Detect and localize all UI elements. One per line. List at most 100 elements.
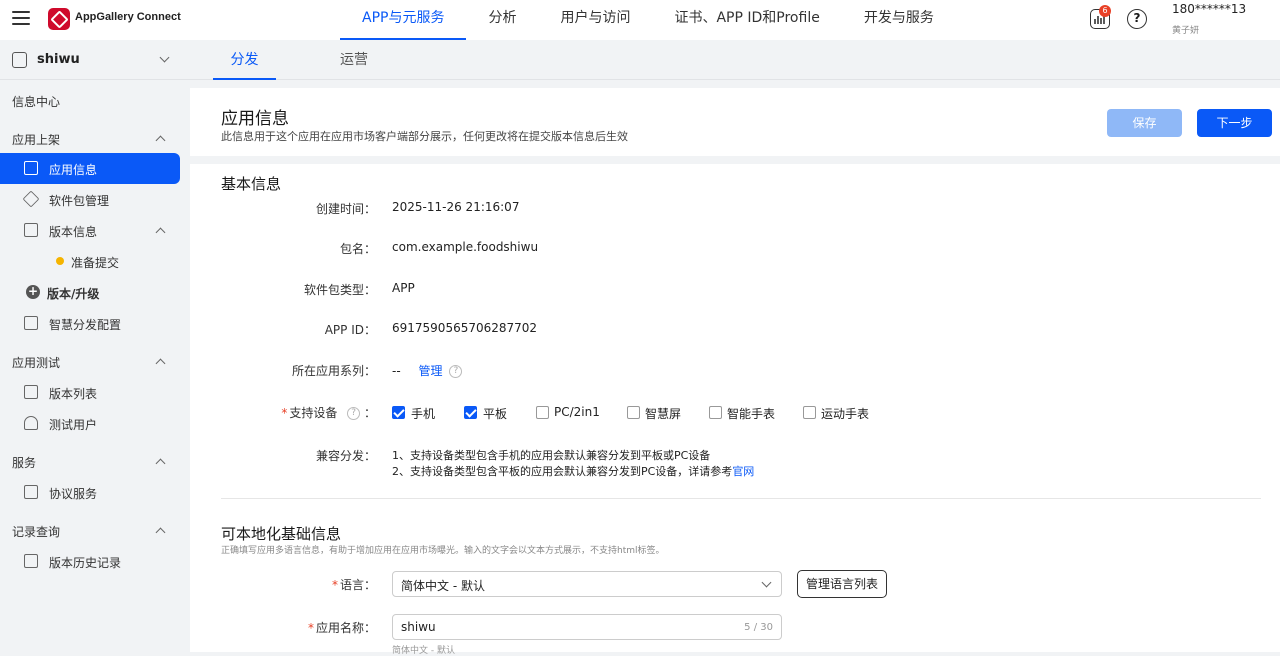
status-dot-icon <box>56 257 64 265</box>
section-divider <box>221 498 1261 499</box>
nav-users-access[interactable]: 用户与访问 <box>538 0 652 40</box>
sidebar-group-testing[interactable]: 应用测试 <box>0 346 180 376</box>
main-nav: APP与元服务 分析 用户与访问 证书、APP ID和Profile 开发与服务 <box>340 0 956 40</box>
devices-label-colon: ： <box>363 406 376 420</box>
app-id-value: 6917590565706287702 <box>392 321 538 335</box>
supported-devices-label: * 支持设备 ? ： <box>281 406 376 420</box>
save-button[interactable]: 保存 <box>1107 109 1182 137</box>
menu-icon[interactable] <box>12 11 30 25</box>
sidebar-item-label: 版本信息 <box>49 225 98 239</box>
checkbox-sport-watch[interactable] <box>803 406 816 419</box>
brand-name[interactable]: AppGallery Connect <box>75 11 181 23</box>
package-name-label: 包名： <box>339 242 376 256</box>
sidebar-group-label: 记录查询 <box>12 525 61 539</box>
language-select-value: 简体中文 - 默认 <box>401 579 485 593</box>
help-circle-icon[interactable]: ? <box>449 365 463 378</box>
app-name-input-value: shiwu <box>401 620 436 634</box>
sidebar-item-version-history[interactable]: 版本历史记录 <box>0 546 180 576</box>
sidebar-item-version-list[interactable]: 版本列表 <box>0 377 180 407</box>
user-realname: 黄子妍 <box>1172 26 1200 36</box>
help-icon[interactable]: ? <box>1127 9 1147 29</box>
sidebar-item-label: 智慧分发配置 <box>49 318 122 332</box>
app-name: shiwu <box>37 52 80 67</box>
agreement-icon <box>24 485 38 499</box>
sidebar-item-label: 版本历史记录 <box>49 556 122 570</box>
sidebar-item-smart-dist[interactable]: 智慧分发配置 <box>0 308 180 338</box>
created-label: 创建时间： <box>315 202 376 216</box>
chevron-up-icon <box>155 227 166 238</box>
nav-dev-services[interactable]: 开发与服务 <box>842 0 956 40</box>
user-account[interactable]: 180******13 <box>1172 2 1246 16</box>
app-name-label: * 应用名称： <box>307 621 376 635</box>
page-title: 应用信息 <box>221 109 289 129</box>
checkbox-smart-watch[interactable] <box>709 406 722 419</box>
compat-line-2-text: 2、支持设备类型包含平板的应用会默认兼容分发到PC设备，详请参考 <box>392 465 733 478</box>
sidebar-item-version-upgrade[interactable]: + 版本/升级 <box>0 277 180 307</box>
top-bar: AppGallery Connect APP与元服务 分析 用户与访问 证书、A… <box>0 0 1280 40</box>
nav-app-services[interactable]: APP与元服务 <box>340 0 467 40</box>
sidebar-group-label: 应用测试 <box>12 356 61 370</box>
notification-badge: 6 <box>1099 5 1111 17</box>
sub-tabs: 分发 运营 <box>190 40 1280 80</box>
sidebar-item-label: 版本列表 <box>49 387 98 401</box>
sidebar-group-label: 应用上架 <box>12 133 61 147</box>
app-selector[interactable]: shiwu <box>0 40 190 80</box>
chevron-up-icon <box>155 527 166 538</box>
sidebar-item-version-info[interactable]: 版本信息 <box>0 215 180 245</box>
chevron-up-icon <box>155 458 166 469</box>
package-name-value: com.example.foodshiwu <box>392 240 539 254</box>
manage-series-link[interactable]: 管理 <box>419 364 443 378</box>
history-icon <box>24 554 38 568</box>
checkbox-smart-screen[interactable] <box>627 406 640 419</box>
language-select[interactable]: 简体中文 - 默认 <box>392 571 782 597</box>
sidebar-item-prepare-submit[interactable]: 准备提交 <box>0 246 180 276</box>
chevron-down-icon <box>159 52 170 63</box>
appgallery-logo-icon[interactable] <box>48 8 70 30</box>
device-checkbox-group: 手机 平板 PC/2in1 智慧屏 智能手表 运动手表 <box>392 405 892 422</box>
plus-icon: + <box>26 284 40 299</box>
chevron-up-icon <box>155 358 166 369</box>
app-series-value: -- 管理 ? <box>392 362 463 379</box>
app-series-text: -- <box>392 364 401 378</box>
package-icon <box>22 190 40 208</box>
sidebar-item-package-mgmt[interactable]: 软件包管理 <box>0 184 180 214</box>
nav-certificates[interactable]: 证书、APP ID和Profile <box>652 0 841 40</box>
section-title-basic: 基本信息 <box>221 175 282 193</box>
next-step-button[interactable]: 下一步 <box>1197 109 1272 137</box>
official-site-link[interactable]: 官网 <box>732 465 754 478</box>
list-icon <box>24 385 38 399</box>
sidebar: shiwu 信息中心 应用上架 应用信息 软件包管理 版本信息 准备提交 + 版… <box>0 40 190 652</box>
sidebar-item-label: 信息中心 <box>12 95 61 109</box>
sidebar-group-service[interactable]: 服务 <box>0 446 180 476</box>
user-icon <box>24 416 38 430</box>
sidebar-item-app-info[interactable]: 应用信息 <box>0 153 180 184</box>
language-label: * 语言： <box>331 578 376 592</box>
checkbox-tablet[interactable] <box>464 406 477 419</box>
nav-analytics[interactable]: 分析 <box>466 0 538 40</box>
sidebar-item-label: 应用信息 <box>49 163 98 177</box>
app-name-input[interactable]: shiwu 5 / 30 <box>392 614 782 640</box>
page-description: 此信息用于这个应用在应用市场客户端部分展示，任何更改将在提交版本信息后生效 <box>221 130 628 143</box>
page-header: 应用信息 此信息用于这个应用在应用市场客户端部分展示，任何更改将在提交版本信息后… <box>190 88 1280 156</box>
language-label-text: 语言： <box>339 578 376 592</box>
sidebar-group-records[interactable]: 记录查询 <box>0 515 180 545</box>
app-name-label-text: 应用名称： <box>315 621 376 635</box>
version-icon <box>24 223 38 237</box>
help-circle-icon[interactable]: ? <box>347 407 361 420</box>
sidebar-item-label: 版本/升级 <box>47 287 100 301</box>
checkbox-phone[interactable] <box>392 406 405 419</box>
tab-distribution[interactable]: 分发 <box>213 40 276 80</box>
sidebar-item-agreement-service[interactable]: 协议服务 <box>0 477 180 507</box>
sidebar-item-info-center[interactable]: 信息中心 <box>0 85 180 115</box>
section-title-localized: 可本地化基础信息 <box>221 525 342 543</box>
checkbox-pc[interactable] <box>536 406 549 419</box>
devices-label-text: 支持设备 <box>289 406 338 420</box>
sidebar-group-label: 服务 <box>12 456 37 470</box>
package-type-label: 软件包类型： <box>303 283 376 297</box>
tab-operations[interactable]: 运营 <box>340 40 368 80</box>
sidebar-group-listing[interactable]: 应用上架 <box>0 123 180 153</box>
compat-label: 兼容分发： <box>315 449 376 463</box>
manage-language-list-button[interactable]: 管理语言列表 <box>797 570 887 598</box>
sidebar-item-test-users[interactable]: 测试用户 <box>0 408 180 438</box>
smart-dist-icon <box>24 316 38 330</box>
